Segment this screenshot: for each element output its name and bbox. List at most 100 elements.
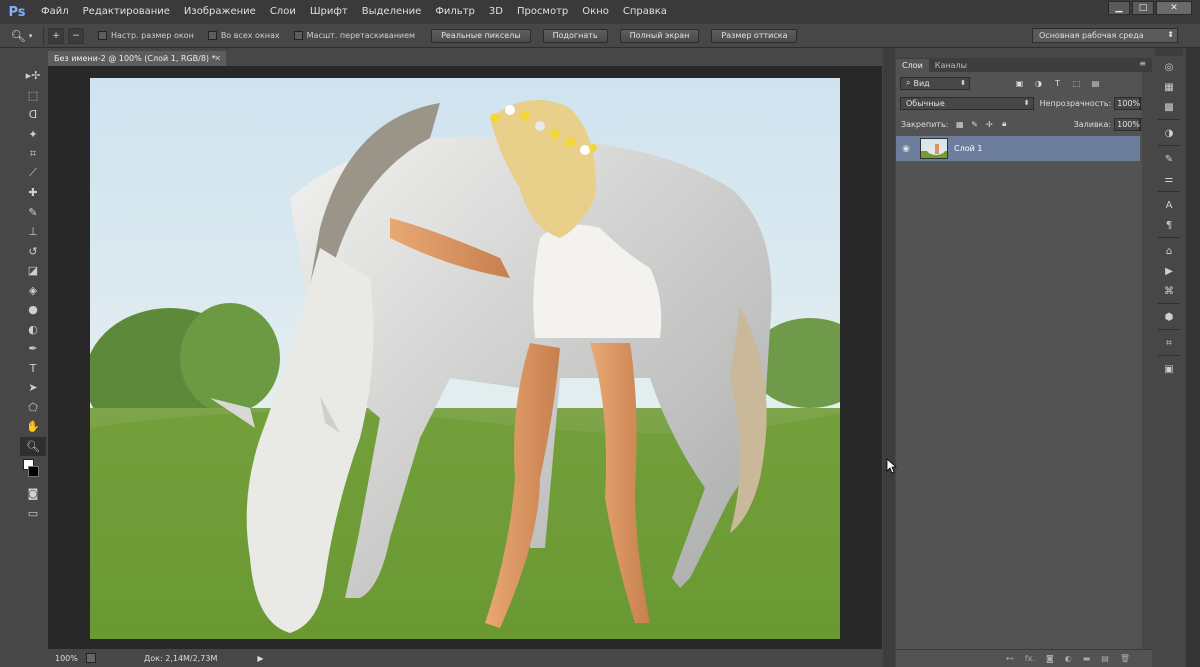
clone-stamp-tool-icon[interactable]: ⊥ [20, 222, 46, 242]
new-layer-icon[interactable]: ▤ [1101, 654, 1109, 663]
tab-channels[interactable]: Каналы [929, 59, 973, 72]
quick-mask-icon[interactable]: ◙ [20, 484, 46, 504]
blend-mode-select[interactable]: Обычные ⬍ [900, 96, 1034, 110]
filter-shape-icon[interactable]: ⬚ [1071, 78, 1082, 89]
type-tool-icon[interactable]: T [20, 359, 46, 379]
menu-layers[interactable]: Слои [263, 0, 303, 24]
menu-image[interactable]: Изображение [177, 0, 263, 24]
paragraph-panel-icon[interactable]: ¶ [1158, 216, 1180, 234]
zoom-tool-icon[interactable]: 🔍︎ [20, 436, 46, 456]
filter-type-icon[interactable]: T [1052, 78, 1063, 89]
close-tab-icon[interactable]: ✕ [214, 54, 221, 63]
scrubby-zoom-checkbox[interactable]: Масшт. перетаскиванием [293, 31, 415, 40]
brush-presets-panel-icon[interactable]: ✎ [1158, 150, 1180, 168]
zoom-all-windows-checkbox[interactable]: Во всех окнах [207, 31, 280, 40]
properties-panel-icon[interactable]: ⌘ [1158, 282, 1180, 300]
info-icon[interactable] [86, 653, 96, 663]
menu-help[interactable]: Справка [616, 0, 674, 24]
marquee-tool-icon[interactable]: ⬚ [20, 86, 46, 106]
3d-panel-icon[interactable]: ⬢ [1158, 308, 1180, 326]
magic-wand-tool-icon[interactable]: ✦ [20, 125, 46, 145]
menu-edit[interactable]: Редактирование [76, 0, 177, 24]
color-panel-icon[interactable]: ◎ [1158, 58, 1180, 76]
history-brush-tool-icon[interactable]: ↺ [20, 242, 46, 262]
fill-input[interactable]: 100% [1114, 117, 1141, 131]
move-tool-icon[interactable]: ▸✢ [20, 66, 46, 86]
document-canvas-image[interactable] [90, 78, 840, 639]
eye-icon[interactable]: ◉ [896, 144, 916, 154]
menu-view[interactable]: Просмотр [510, 0, 575, 24]
lock-position-icon[interactable]: ✢ [984, 119, 995, 130]
styles-panel-icon[interactable]: ▩ [1158, 98, 1180, 116]
lock-row: Закрепить: ▦ ✎ ✢ 🔒︎ Заливка: 100% ▾ [896, 117, 1152, 131]
actual-pixels-button[interactable]: Реальные пикселы [431, 28, 531, 43]
healing-brush-tool-icon[interactable]: ✚ [20, 183, 46, 203]
lock-transparent-icon[interactable]: ▦ [954, 119, 965, 130]
maximize-button[interactable]: □ [1132, 1, 1154, 15]
canvas-area[interactable] [48, 66, 882, 649]
shape-tool-icon[interactable]: ⬠ [20, 398, 46, 418]
filter-pixel-icon[interactable]: ▣ [1014, 78, 1025, 89]
eyedropper-tool-icon[interactable]: ⟋ [20, 164, 46, 184]
menu-type[interactable]: Шрифт [303, 0, 355, 24]
color-swatches[interactable] [20, 456, 46, 484]
workspace-select[interactable]: Основная рабочая среда ⬍ [1032, 28, 1178, 43]
eraser-tool-icon[interactable]: ◪ [20, 261, 46, 281]
print-size-button[interactable]: Размер оттиска [711, 28, 798, 43]
paint-bucket-tool-icon[interactable]: ◈ [20, 281, 46, 301]
crop-tool-icon[interactable]: ⌗ [20, 144, 46, 164]
lock-image-icon[interactable]: ✎ [969, 119, 980, 130]
brush-panel-icon[interactable]: ⚌ [1158, 170, 1180, 188]
screen-mode-icon[interactable]: ▭ [20, 504, 46, 524]
swatches-panel-icon[interactable]: ▦ [1158, 78, 1180, 96]
adjustment-icon[interactable]: ◐ [1065, 654, 1072, 663]
layer-row-selected[interactable]: ◉ Слой 1 [896, 136, 1140, 161]
close-button[interactable]: ✕ [1156, 1, 1192, 15]
menu-select[interactable]: Выделение [355, 0, 429, 24]
filter-adjustment-icon[interactable]: ◑ [1033, 78, 1044, 89]
blur-tool-icon[interactable]: ● [20, 300, 46, 320]
fx-icon[interactable]: fx. [1025, 654, 1035, 663]
pen-tool-icon[interactable]: ✒ [20, 339, 46, 359]
notes-panel-icon[interactable]: ▣ [1158, 360, 1180, 378]
menu-file[interactable]: Файл [34, 0, 76, 24]
tool-preset-picker[interactable]: 🔍︎ ▾ [0, 25, 44, 46]
link-icon[interactable]: ⊷ [1006, 654, 1014, 663]
minimize-button[interactable]: ▁ [1108, 1, 1130, 15]
photoshop-logo: Ps [8, 4, 26, 20]
document-tab[interactable]: Без имени-2 @ 100% (Слой 1, RGB/8) * ✕ [48, 51, 226, 66]
zoom-in-button[interactable]: + [48, 27, 64, 44]
fill-screen-button[interactable]: Полный экран [619, 28, 700, 43]
menu-filter[interactable]: Фильтр [428, 0, 482, 24]
background-color-swatch[interactable] [28, 466, 39, 477]
trash-icon[interactable]: 🗑︎ [1120, 654, 1130, 663]
character-panel-icon[interactable]: A [1158, 196, 1180, 214]
lasso-tool-icon[interactable]: ᗡ [20, 105, 46, 125]
dodge-tool-icon[interactable]: ◐ [20, 320, 46, 340]
status-menu-arrow[interactable]: ▶ [257, 654, 263, 663]
layer-filter-select[interactable]: ⌕ Вид ⬍ [900, 76, 970, 90]
fit-screen-button[interactable]: Подогнать [542, 28, 608, 43]
history-panel-icon[interactable]: ⌂ [1158, 242, 1180, 260]
adjustments-panel-icon[interactable]: ◑ [1158, 124, 1180, 142]
path-selection-tool-icon[interactable]: ➤ [20, 378, 46, 398]
brush-tool-icon[interactable]: ✎ [20, 203, 46, 223]
mask-icon[interactable]: ◙ [1046, 654, 1054, 663]
paths-panel-icon[interactable]: ⌗ [1158, 334, 1180, 352]
filter-smart-object-icon[interactable]: ▤ [1090, 78, 1101, 89]
panel-menu-icon[interactable]: ≡ [1139, 59, 1146, 68]
zoom-out-button[interactable]: − [68, 27, 84, 44]
menu-3d[interactable]: 3D [482, 0, 510, 24]
group-icon[interactable]: ▬ [1083, 654, 1091, 663]
menu-window[interactable]: Окно [575, 0, 616, 24]
actions-panel-icon[interactable]: ▶ [1158, 262, 1180, 280]
hand-tool-icon[interactable]: ✋ [20, 417, 46, 437]
lock-all-icon[interactable]: 🔒︎ [999, 119, 1010, 130]
zoom-level[interactable]: 100% [48, 654, 82, 663]
tab-layers[interactable]: Слои [896, 59, 929, 72]
opacity-input[interactable]: 100% [1114, 96, 1141, 110]
resize-windows-checkbox[interactable]: Настр. размер окон [98, 31, 194, 40]
layers-scrollbar[interactable] [1142, 72, 1152, 662]
layer-name[interactable]: Слой 1 [954, 144, 982, 153]
dock-collapse-strip[interactable] [883, 48, 895, 667]
